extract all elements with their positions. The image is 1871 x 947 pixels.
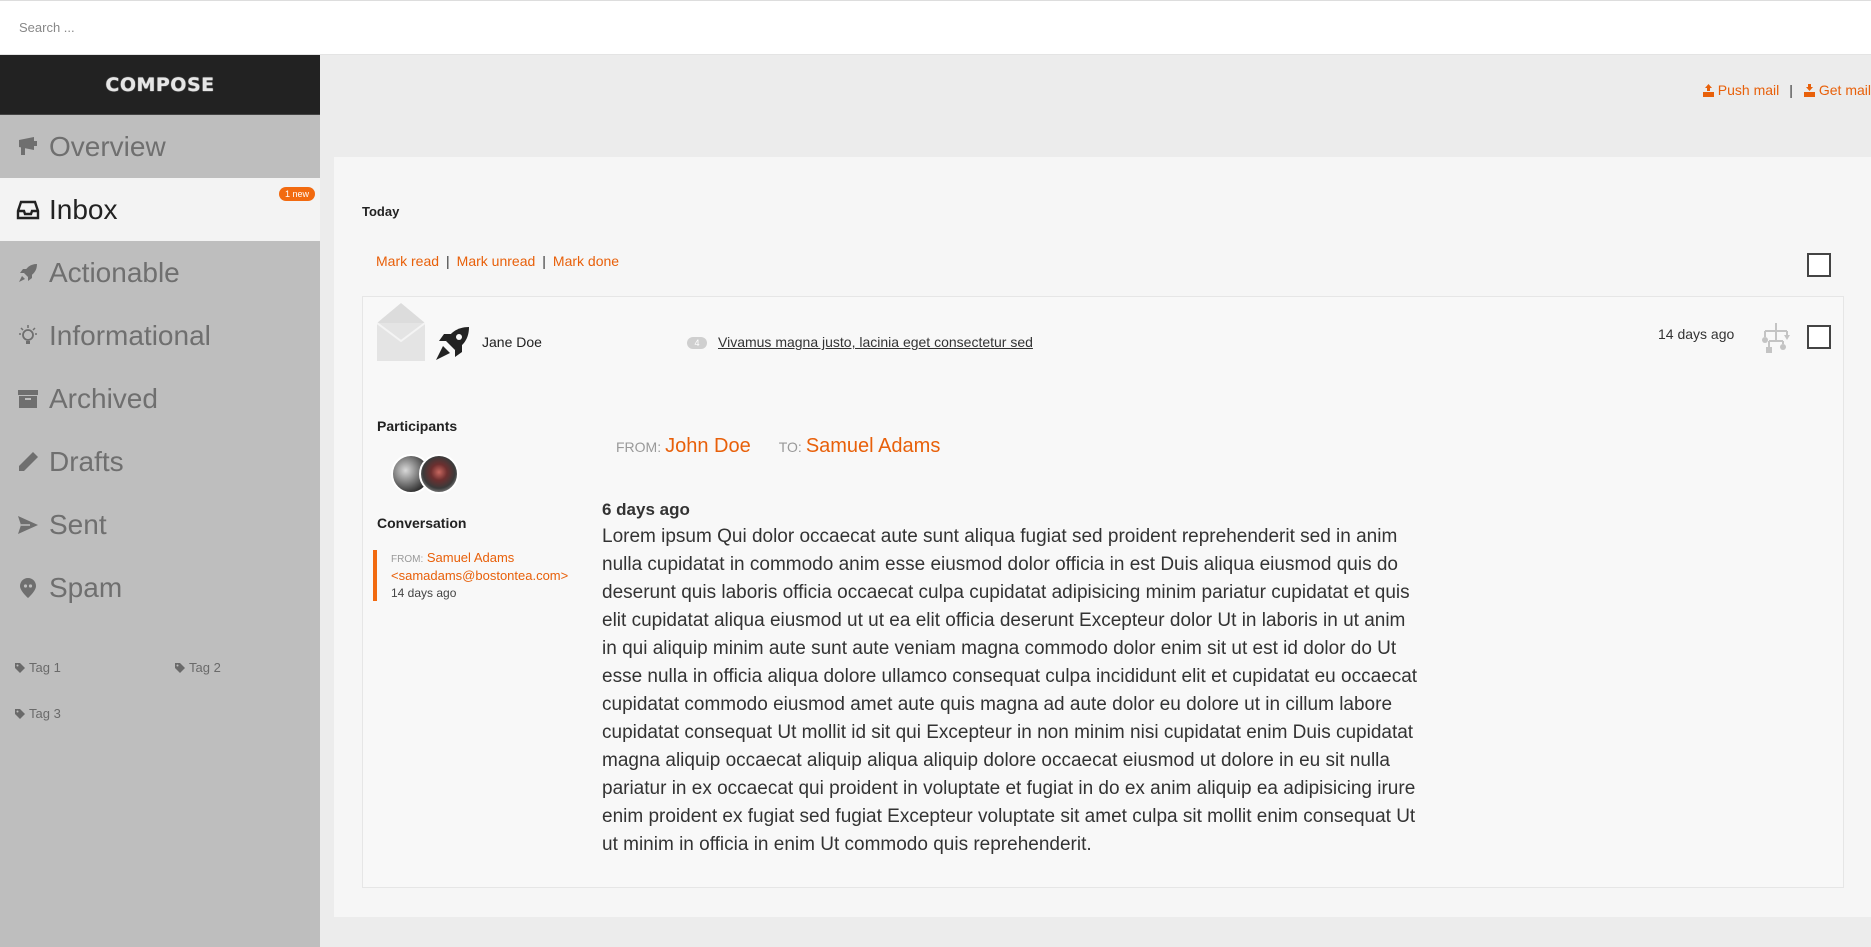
tag-icon (175, 662, 185, 673)
conversation-heading: Conversation (377, 515, 467, 531)
sidebar-item-label: Drafts (49, 445, 124, 477)
compose-button[interactable]: COMPOSE (0, 55, 320, 115)
message-select-checkbox[interactable] (1807, 325, 1831, 349)
from-label: FROM: (391, 554, 424, 565)
bullhorn-icon (14, 133, 42, 161)
message-time: 14 days ago (1658, 326, 1735, 342)
sidebar-item-informational[interactable]: Informational (0, 304, 320, 367)
sidebar-item-label: Sent (49, 508, 107, 540)
rocket-icon (436, 327, 469, 360)
spam-icon (14, 574, 42, 602)
sidebar-item-archived[interactable]: Archived (0, 367, 320, 430)
mark-unread-link[interactable]: Mark unread (457, 253, 536, 269)
group-title: Today (362, 204, 400, 219)
participants-avatars (391, 454, 461, 496)
to-name[interactable]: Samuel Adams (806, 435, 941, 458)
paper-plane-icon (14, 511, 42, 539)
get-icon (1803, 83, 1815, 97)
sidebar-item-overview[interactable]: Overview (0, 115, 320, 178)
to-label: TO: (778, 439, 802, 455)
tag-icon (15, 662, 25, 673)
sidebar-item-label: Informational (49, 319, 211, 351)
message-list-panel: Today Mark read | Mark unread | Mark don… (334, 157, 1871, 917)
separator: | (446, 253, 450, 269)
message-body: Lorem ipsum Qui dolor occaecat aute sunt… (602, 526, 1418, 855)
tag-label: Tag 1 (29, 660, 61, 675)
sidebar-item-actionable[interactable]: Actionable (0, 241, 320, 304)
tag-icon (15, 708, 25, 719)
conversation-item[interactable]: FROM: Samuel Adams <samadams@bostontea.c… (373, 550, 583, 601)
inbox-icon (14, 196, 42, 224)
sidebar-item-drafts[interactable]: Drafts (0, 430, 320, 493)
push-mail-button[interactable]: Push mail (1702, 82, 1779, 98)
rocket-icon (14, 259, 42, 287)
tag-2[interactable]: Tag 2 (174, 660, 221, 675)
avatar[interactable] (419, 454, 459, 494)
mark-done-link[interactable]: Mark done (553, 253, 619, 269)
thread-count-badge: 4 (687, 337, 707, 349)
sidebar-item-label: Spam (49, 571, 123, 603)
participants-heading: Participants (377, 418, 458, 434)
pencil-icon (14, 448, 42, 476)
tag-label: Tag 2 (189, 660, 221, 675)
from-name[interactable]: John Doe (665, 435, 751, 458)
mail-sync-actions: Push mail | Get mail (1702, 82, 1871, 98)
new-count-badge: 1 new (278, 187, 315, 201)
separator: | (1789, 82, 1793, 98)
message-header: FROM: John Doe TO: Samuel Adams (616, 435, 968, 458)
envelope-open-icon (377, 303, 425, 361)
lightbulb-icon (14, 322, 42, 350)
message-body-time: 6 days ago (602, 500, 690, 519)
mark-read-link[interactable]: Mark read (376, 253, 439, 269)
get-mail-label: Get mail (1818, 82, 1871, 98)
separator: | (542, 253, 546, 269)
sidebar: COMPOSE Overview Inbox 1 new Actionable … (0, 55, 320, 947)
conversation-time: 14 days ago (391, 586, 457, 600)
from-label: FROM: (616, 439, 662, 455)
mobile-hanging-icon[interactable] (1761, 323, 1791, 357)
search-bar (0, 0, 1871, 55)
tag-1[interactable]: Tag 1 (14, 660, 61, 675)
sidebar-item-label: Overview (49, 130, 166, 162)
bulk-actions: Mark read | Mark unread | Mark done (376, 253, 619, 269)
search-input[interactable] (0, 1, 600, 54)
archive-icon (14, 385, 42, 413)
sidebar-item-label: Inbox (49, 193, 118, 225)
message-sender: Jane Doe (482, 334, 542, 350)
message-item: Jane Doe 4 Vivamus magna justo, lacinia … (362, 296, 1844, 888)
sidebar-item-label: Actionable (49, 256, 180, 288)
conversation-from-email: <samadams@bostontea.com> (391, 568, 569, 583)
select-all-checkbox[interactable] (1807, 253, 1831, 277)
message-subject-link[interactable]: Vivamus magna justo, lacinia eget consec… (718, 334, 1033, 350)
push-mail-label: Push mail (1717, 82, 1780, 98)
sidebar-item-sent[interactable]: Sent (0, 493, 320, 556)
sidebar-item-label: Archived (49, 382, 158, 414)
tag-label: Tag 3 (29, 706, 61, 721)
get-mail-button[interactable]: Get mail (1803, 82, 1871, 98)
tag-3[interactable]: Tag 3 (14, 706, 61, 721)
sidebar-item-spam[interactable]: Spam (0, 556, 320, 619)
push-icon (1702, 83, 1714, 97)
sidebar-item-inbox[interactable]: Inbox 1 new (0, 178, 320, 241)
conversation-from-name: Samuel Adams (426, 550, 515, 565)
